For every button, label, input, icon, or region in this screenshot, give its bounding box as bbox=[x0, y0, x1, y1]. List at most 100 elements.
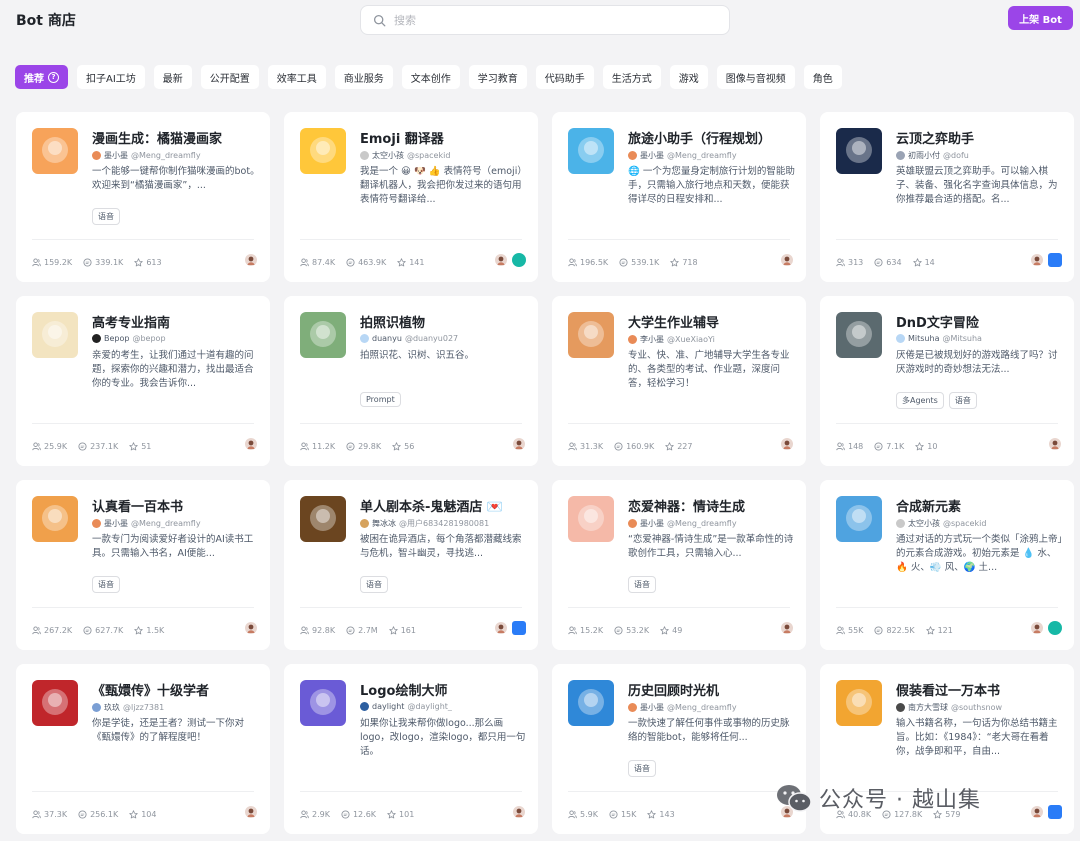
tab-5[interactable]: 商业服务 bbox=[334, 65, 393, 89]
tab-9[interactable]: 生活方式 bbox=[602, 65, 661, 89]
bot-card[interactable]: Emoji 翻译器 太空小孩 @spacekid 我是一个 😀 🐶 👍 表情符号（em… bbox=[284, 112, 538, 282]
search-box[interactable] bbox=[360, 5, 730, 35]
divider bbox=[32, 607, 254, 608]
bot-card[interactable]: 高考专业指南 Bepop @bepop 亲爱的考生，让我们通过十道有趣的问题，探索你的… bbox=[16, 296, 270, 466]
bot-title: 假装看过一万本书 bbox=[896, 684, 1001, 699]
tab-1[interactable]: 扣子AI工坊 bbox=[77, 65, 145, 89]
tab-2[interactable]: 最新 bbox=[153, 65, 192, 89]
tab-11[interactable]: 图像与音视频 bbox=[716, 65, 795, 89]
channel-icons bbox=[244, 805, 258, 819]
creator-avatar[interactable] bbox=[1048, 437, 1062, 451]
feishu-channel-icon bbox=[1048, 253, 1062, 267]
chats-icon bbox=[874, 258, 883, 267]
star-icon bbox=[912, 258, 922, 267]
author-name[interactable]: 墨小墨 bbox=[104, 518, 128, 529]
users-stat: 25.9K bbox=[32, 442, 67, 451]
author-handle: @daylight_ bbox=[407, 702, 452, 711]
tab-12[interactable]: 角色 bbox=[803, 65, 842, 89]
chats-icon bbox=[609, 810, 618, 819]
creator-avatar[interactable] bbox=[1030, 621, 1044, 635]
stars-count: 718 bbox=[682, 258, 698, 267]
author-name[interactable]: duanyu bbox=[372, 334, 402, 343]
creator-avatar[interactable] bbox=[512, 437, 526, 451]
bot-card[interactable]: Logo绘制大师 daylight @daylight_ 如果你让我来帮你做logo.… bbox=[284, 664, 538, 834]
bot-author: Bepop @bepop bbox=[92, 334, 262, 343]
author-name[interactable]: Bepop bbox=[104, 334, 129, 343]
bot-card[interactable]: 历史回顾时光机 墨小墨 @Meng_dreamfly 一款快速了解任何事件或事物的历史… bbox=[552, 664, 806, 834]
author-name[interactable]: 舞冰冰 bbox=[372, 518, 396, 529]
creator-avatar[interactable] bbox=[244, 805, 258, 819]
creator-avatar[interactable] bbox=[780, 253, 794, 267]
creator-avatar[interactable] bbox=[494, 253, 508, 267]
bot-title: 历史回顾时光机 bbox=[628, 684, 720, 699]
chats-stat: 339.1K bbox=[83, 258, 123, 267]
bot-card[interactable]: 认真看一百本书 墨小墨 @Meng_dreamfly 一款专门为阅读爱好者设计的AI读… bbox=[16, 480, 270, 650]
channel-icons bbox=[780, 253, 794, 267]
author-name[interactable]: Mitsuha bbox=[908, 334, 939, 343]
stars-count: 104 bbox=[141, 810, 157, 819]
tab-4[interactable]: 效率工具 bbox=[267, 65, 326, 89]
bot-avatar bbox=[300, 680, 346, 726]
creator-avatar[interactable] bbox=[1030, 805, 1044, 819]
stars-stat: 141 bbox=[397, 258, 425, 267]
chats-count: 12.6K bbox=[352, 810, 377, 819]
users-icon bbox=[836, 626, 845, 635]
author-name[interactable]: 太空小孩 bbox=[908, 518, 940, 529]
bot-author: duanyu @duanyu027 bbox=[360, 334, 530, 343]
bot-card[interactable]: 合成新元素 太空小孩 @spacekid 通过对话的方式玩一个类似「涂鸦上帝」的元素合… bbox=[820, 480, 1074, 650]
creator-avatar[interactable] bbox=[780, 621, 794, 635]
bot-author: 玖玖 @ljzz7381 bbox=[92, 702, 262, 713]
tab-3[interactable]: 公开配置 bbox=[200, 65, 259, 89]
tab-label: 游戏 bbox=[678, 73, 699, 85]
creator-avatar[interactable] bbox=[512, 805, 526, 819]
divider bbox=[836, 607, 1058, 608]
author-name[interactable]: 太空小孩 bbox=[372, 150, 404, 161]
search-input[interactable] bbox=[394, 13, 714, 27]
creator-avatar[interactable] bbox=[244, 621, 258, 635]
bot-card[interactable]: 旅途小助手（行程规划） 墨小墨 @Meng_dreamfly 🌐 一个为您量身定制旅行… bbox=[552, 112, 806, 282]
bot-card[interactable]: 大学生作业辅导 李小墨 @XueXiaoYi 专业、快、准、广地辅导大学生各专业的、各… bbox=[552, 296, 806, 466]
author-name[interactable]: 南方大雪球 bbox=[908, 702, 948, 713]
stars-stat: 143 bbox=[647, 810, 675, 819]
author-name[interactable]: 初雨小付 bbox=[908, 150, 940, 161]
bot-title: 拍照识植物 bbox=[360, 316, 426, 331]
bot-description: 🌐 一个为您量身定制旅行计划的智能助手，只需输入旅行地点和天数，便能获得详尽的日… bbox=[628, 166, 795, 205]
tab-6[interactable]: 文本创作 bbox=[401, 65, 460, 89]
publish-bot-button[interactable]: 上架 Bot bbox=[1008, 6, 1073, 30]
author-avatar bbox=[92, 703, 101, 712]
tab-7[interactable]: 学习教育 bbox=[468, 65, 527, 89]
creator-avatar[interactable] bbox=[494, 621, 508, 635]
bot-card[interactable]: 《甄嬛传》十级学者 玖玖 @ljzz7381 你是学徒，还是王者？测试一下你对《甄嬛传… bbox=[16, 664, 270, 834]
bot-title: 大学生作业辅导 bbox=[628, 316, 720, 331]
tab-10[interactable]: 游戏 bbox=[669, 65, 708, 89]
tab-label: 文本创作 bbox=[410, 73, 451, 85]
author-name[interactable]: daylight bbox=[372, 702, 404, 711]
star-icon bbox=[647, 810, 657, 819]
author-name[interactable]: 墨小墨 bbox=[640, 150, 664, 161]
bot-description: 一款专门为阅读爱好者设计的AI读书工具。只需输入书名，AI便能... bbox=[92, 534, 254, 559]
bot-tags: 语音 bbox=[628, 760, 656, 777]
creator-avatar[interactable] bbox=[244, 437, 258, 451]
bot-card[interactable]: DnD文字冒险 Mitsuha @Mitsuha 厌倦是已被规划好的游戏路线了吗？讨厌… bbox=[820, 296, 1074, 466]
users-count: 5.9K bbox=[580, 810, 598, 819]
author-name[interactable]: 墨小墨 bbox=[640, 518, 664, 529]
bot-card[interactable]: 单人剧本杀-鬼魅酒店 💌 舞冰冰 @用户6834281980081 被困在诡异酒店，每… bbox=[284, 480, 538, 650]
creator-avatar[interactable] bbox=[780, 437, 794, 451]
stars-stat: 161 bbox=[389, 626, 416, 635]
creator-avatar[interactable] bbox=[244, 253, 258, 267]
bot-description: 我是一个 😀 🐶 👍 表情符号（emoji）翻译机器人，我会把你发过来的语句用表… bbox=[360, 166, 527, 205]
creator-avatar[interactable] bbox=[1030, 253, 1044, 267]
tab-8[interactable]: 代码助手 bbox=[535, 65, 594, 89]
bot-card[interactable]: 拍照识植物 duanyu @duanyu027 拍照识花、识树、识五谷。 Prompt 1… bbox=[284, 296, 538, 466]
category-tabs: 推荐? 扣子AI工坊 最新 公开配置 效率工具 商业服务 文本创作 学习教育 代码助手 生活方式 游… bbox=[15, 65, 842, 89]
author-name[interactable]: 李小墨 bbox=[640, 334, 664, 345]
users-count: 313 bbox=[848, 258, 864, 267]
bot-card[interactable]: 恋爱神器：情诗生成 墨小墨 @Meng_dreamfly “恋爱神器-情诗生成”是一款… bbox=[552, 480, 806, 650]
author-name[interactable]: 墨小墨 bbox=[640, 702, 664, 713]
help-icon[interactable]: ? bbox=[48, 71, 59, 83]
bot-card[interactable]: 云顶之弈助手 初雨小付 @dofu 英雄联盟云顶之弈助手。可以输入棋子、装备、强化名字… bbox=[820, 112, 1074, 282]
author-name[interactable]: 玖玖 bbox=[104, 702, 120, 713]
author-name[interactable]: 墨小墨 bbox=[104, 150, 128, 161]
tab-0[interactable]: 推荐? bbox=[15, 65, 68, 89]
bot-card[interactable]: 漫画生成：橘猫漫画家 墨小墨 @Meng_dreamfly 一个能够一键帮你制作猫咪漫… bbox=[16, 112, 270, 282]
